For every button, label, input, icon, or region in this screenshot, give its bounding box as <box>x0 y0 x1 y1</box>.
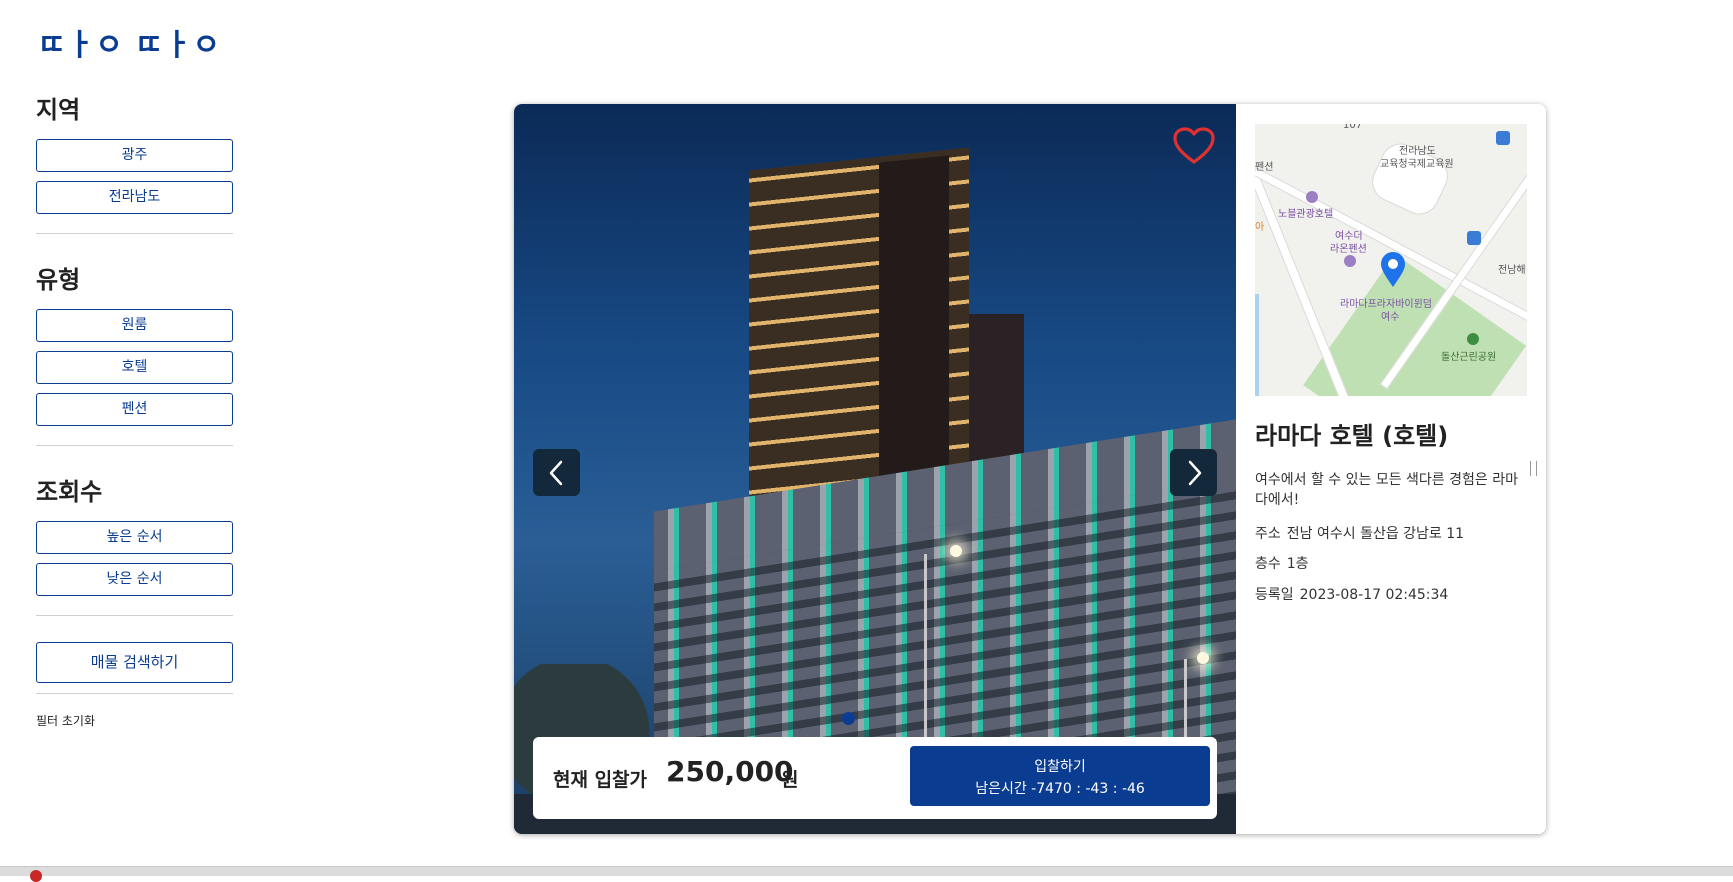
type-filter-oneroom[interactable]: 원룸 <box>36 309 233 342</box>
current-bid-label: 현재 입찰가 <box>553 769 648 791</box>
region-section-title: 지역 <box>36 96 81 124</box>
current-bid-price: 250,000 <box>666 755 794 788</box>
filter-sidebar: 지역 광주 전라남도 유형 원룸 호텔 펜션 조회수 높은 순서 낮은 순서 매… <box>36 90 233 729</box>
map-label: 교육청국제교육원 <box>1380 159 1454 170</box>
previous-slide-button[interactable] <box>533 449 580 496</box>
location-map[interactable]: 107 전라남도 교육청국제교육원 펜션 노블관광호텔 아 여수더 라온펜션 전… <box>1255 124 1527 396</box>
map-label: 돌산근린공원 <box>1441 352 1497 363</box>
views-filter-high[interactable]: 높은 순서 <box>36 521 233 554</box>
next-slide-button[interactable] <box>1170 449 1217 496</box>
views-filter-low[interactable]: 낮은 순서 <box>36 563 233 596</box>
address-value: 전남 여수시 돌산읍 강남로 11 <box>1286 526 1465 542</box>
place-bid-button[interactable]: 입찰하기 남은시간 -7470 : -43 : -46 <box>910 746 1210 806</box>
type-filter-hotel[interactable]: 호텔 <box>36 351 233 384</box>
address-row: 주소 전남 여수시 돌산읍 강남로 11 <box>1255 523 1464 543</box>
region-filter-jeonnam[interactable]: 전라남도 <box>36 181 233 214</box>
pension-poi-icon[interactable] <box>1344 255 1356 267</box>
listing-card: 현재 입찰가 250,000 원 입찰하기 남은시간 -7470 : -43 :… <box>514 104 1546 834</box>
registered-label: 등록일 <box>1255 587 1294 603</box>
map-pin-icon[interactable] <box>1379 252 1407 288</box>
listing-info-panel: 107 전라남도 교육청국제교육원 펜션 노블관광호텔 아 여수더 라온펜션 전… <box>1236 104 1546 834</box>
photo-streetlamp-light <box>1197 652 1209 664</box>
time-remaining: 남은시간 -7470 : -43 : -46 <box>975 781 1145 797</box>
address-label: 주소 <box>1255 526 1281 542</box>
heart-icon[interactable] <box>1172 126 1216 166</box>
reset-filter-link[interactable]: 필터 초기화 <box>36 712 233 729</box>
bus-stop-icon[interactable] <box>1467 231 1481 245</box>
map-label: 라온펜션 <box>1330 244 1367 255</box>
map-label: 아 <box>1255 222 1265 233</box>
registered-value: 2023-08-17 02:45:34 <box>1299 587 1449 603</box>
divider <box>36 233 233 234</box>
search-listings-button[interactable]: 매물 검색하기 <box>36 642 233 683</box>
divider <box>36 615 233 616</box>
bid-bar: 현재 입찰가 250,000 원 입찰하기 남은시간 -7470 : -43 :… <box>533 737 1217 819</box>
hotel-poi-icon[interactable] <box>1306 191 1318 203</box>
map-label: 노블관광호텔 <box>1278 209 1334 220</box>
chevron-right-icon <box>1188 460 1202 486</box>
park-poi-icon[interactable] <box>1467 333 1479 345</box>
type-filter-pension[interactable]: 펜션 <box>36 393 233 426</box>
floor-row: 층수 1층 <box>1255 553 1309 573</box>
type-section-title: 유형 <box>36 266 81 294</box>
floor-value: 1층 <box>1286 556 1309 572</box>
chevron-left-icon <box>549 460 563 486</box>
slide-indicator-dot[interactable] <box>842 712 855 725</box>
map-label: 펜션 <box>1255 162 1274 173</box>
map-water <box>1255 294 1259 396</box>
map-label: 전남해 <box>1498 265 1526 276</box>
place-bid-label: 입찰하기 <box>1034 759 1086 775</box>
browser-status-bar <box>0 866 1733 882</box>
map-label: 107 <box>1343 124 1363 131</box>
site-logo[interactable]: ㄸㅏㅇ ㄸㅏㅇ <box>38 20 221 64</box>
status-indicator-icon <box>30 870 42 882</box>
registered-row: 등록일 2023-08-17 02:45:34 <box>1255 584 1448 604</box>
floor-label: 층수 <box>1255 556 1281 572</box>
listing-description: 여수에서 할 수 있는 모든 색다른 경험은 라마다에서! <box>1255 472 1518 508</box>
photo-streetlamp-light <box>950 545 962 557</box>
views-section-title: 조회수 <box>36 478 103 506</box>
listing-photo: 현재 입찰가 250,000 원 입찰하기 남은시간 -7470 : -43 :… <box>514 104 1236 834</box>
resize-handle[interactable] <box>1530 461 1537 476</box>
divider <box>36 693 233 694</box>
region-filter-gwangju[interactable]: 광주 <box>36 139 233 172</box>
listing-title: 라마다 호텔 (호텔) <box>1255 422 1449 450</box>
bus-stop-icon[interactable] <box>1496 131 1510 145</box>
current-bid-unit: 원 <box>781 769 799 791</box>
divider <box>36 445 233 446</box>
map-label: 여수 <box>1381 312 1400 323</box>
